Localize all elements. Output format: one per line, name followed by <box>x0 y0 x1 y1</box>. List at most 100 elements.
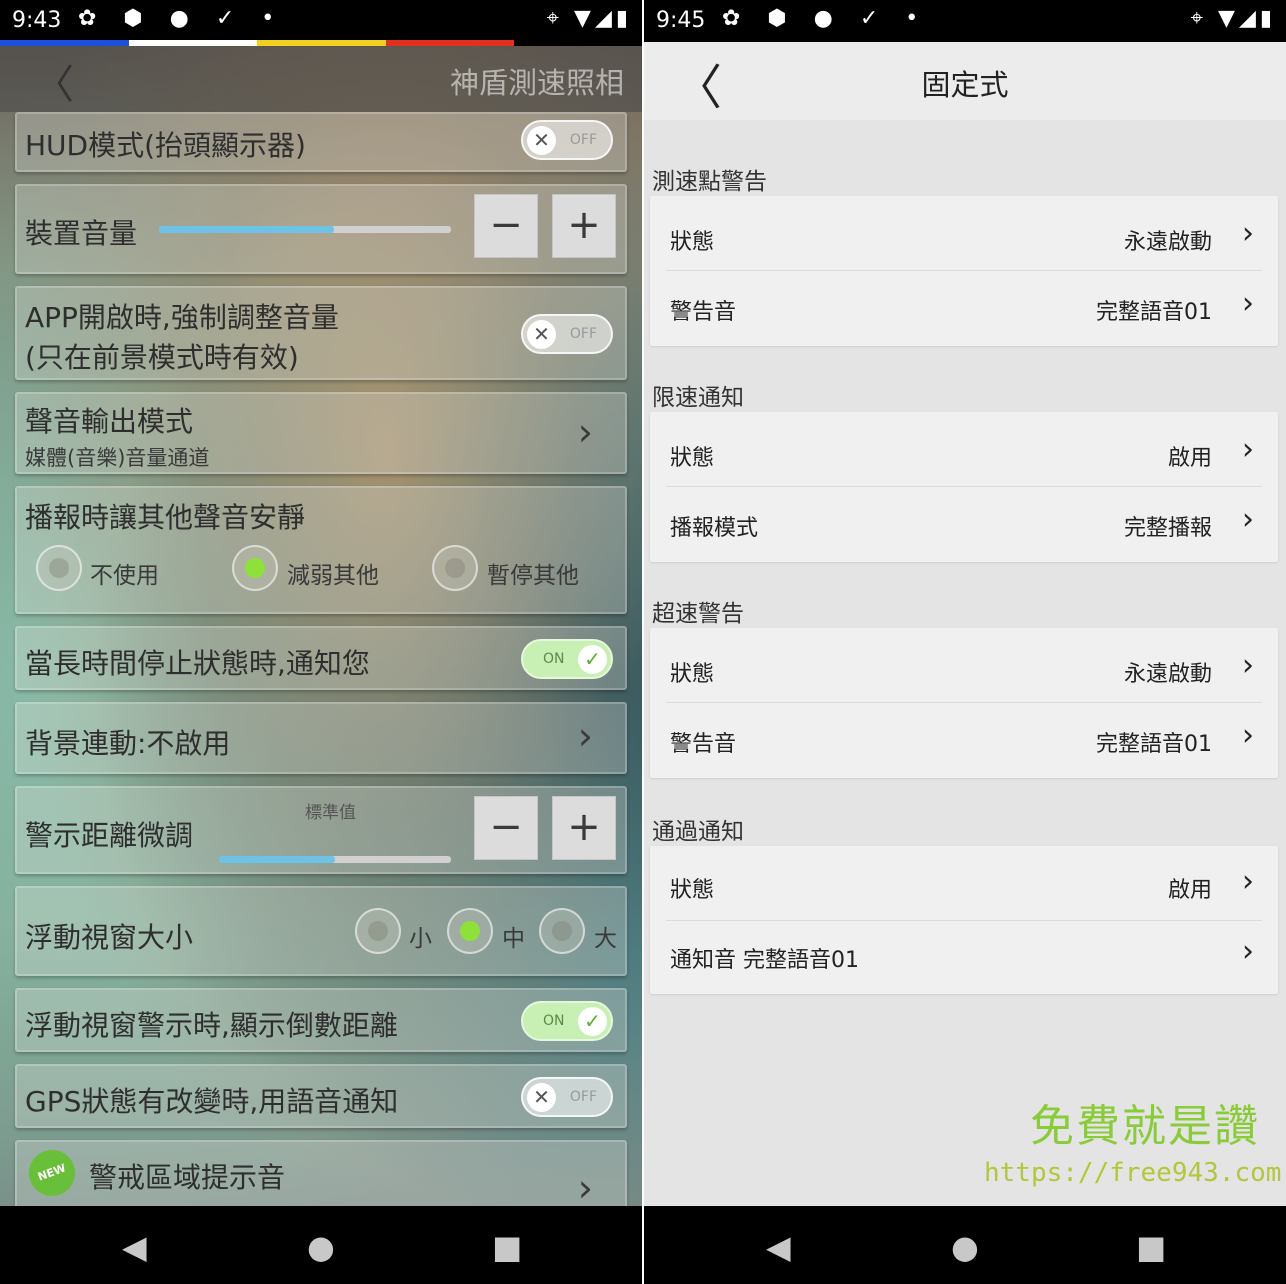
force-volume-label: APP開啟時,強制調整音量 <box>25 301 339 334</box>
speed-camera-warning-group: 狀態 永遠啟動 › 警告音 完整語音01 › <box>650 196 1278 346</box>
volume-increase-button[interactable]: + <box>552 194 616 258</box>
chevron-right-icon: › <box>577 410 593 454</box>
nav-back-icon[interactable]: ◀ <box>122 1228 147 1266</box>
watermark-title: 免費就是讚 <box>1030 1101 1260 1152</box>
status-notification-icons: ✿ ⬢ ● ✓ • <box>722 6 929 31</box>
settings-row[interactable]: 狀態 啟用 › <box>650 850 1278 920</box>
toggle-state-text: ON <box>543 1013 565 1029</box>
status-notification-icons: ✿ ⬢ ● ✓ • <box>78 6 285 31</box>
status-bar: 9:43 ✿ ⬢ ● ✓ • ⌖ ▼◢▮ <box>0 0 642 42</box>
chevron-right-icon: › <box>1242 216 1254 251</box>
nav-back-icon[interactable]: ◀ <box>766 1228 791 1266</box>
row-label: 狀態 <box>670 446 715 471</box>
toggle-state-text: ON <box>543 651 565 667</box>
gps-change-notify-toggle[interactable]: ✕ OFF <box>521 1077 613 1117</box>
nav-recents-icon[interactable]: ■ <box>492 1228 522 1266</box>
radio-disable[interactable] <box>36 545 82 591</box>
force-volume-row[interactable]: APP開啟時,強制調整音量 (只在前景模式時有效) ✕ OFF <box>15 286 627 380</box>
row-value: 啟用 <box>1167 878 1212 903</box>
radio-size-large[interactable] <box>539 908 585 954</box>
new-badge-icon: NEW <box>22 1143 82 1203</box>
long-stop-notify-toggle[interactable]: ON ✓ <box>521 639 613 679</box>
row-value: 永遠啟動 <box>1123 662 1212 687</box>
chevron-right-icon: › <box>1242 718 1254 753</box>
speed-limit-notice-group: 狀態 啟用 › 播報模式 完整播報 › <box>650 412 1278 562</box>
float-countdown-label: 浮動視窗警示時,顯示倒數距離 <box>25 1009 398 1042</box>
section-title-pass-notice: 通過通知 <box>652 819 744 845</box>
row-value: 完整播報 <box>1123 516 1212 541</box>
gps-change-notify-label: GPS狀態有改變時,用語音通知 <box>25 1085 399 1118</box>
page-title: 神盾測速照相 <box>449 66 624 100</box>
section-title-speed-camera-warning: 測速點警告 <box>652 169 767 195</box>
radio-reduce-others-label: 減弱其他 <box>287 563 379 589</box>
float-window-size-label: 浮動視窗大小 <box>25 921 194 954</box>
settings-row[interactable]: 狀態 永遠啟動 › <box>650 202 1278 272</box>
row-label: 狀態 <box>670 878 715 903</box>
overspeed-warning-group: 狀態 永遠啟動 › 警告音 完整語音01 › <box>650 628 1278 778</box>
volume-slider[interactable] <box>159 226 451 233</box>
app-header: 〈 神盾測速照相 <box>0 46 642 112</box>
section-title-overspeed-warning: 超速警告 <box>652 601 744 627</box>
sound-output-mode-row[interactable]: 聲音輸出模式 媒體(音樂)音量通道 › <box>15 392 627 474</box>
force-volume-sublabel: (只在前景模式時有效) <box>25 341 299 374</box>
radio-size-small-label: 小 <box>409 926 432 952</box>
toggle-state-text: OFF <box>569 132 597 148</box>
distance-slider[interactable] <box>219 856 451 863</box>
hud-mode-toggle[interactable]: ✕ OFF <box>521 120 613 160</box>
row-label: 通知音 完整語音01 <box>670 948 859 973</box>
background-link-label: 背景連動:不啟用 <box>25 727 231 760</box>
nav-home-icon[interactable]: ● <box>951 1228 979 1266</box>
divider <box>666 270 1262 271</box>
chevron-right-icon: › <box>577 714 593 758</box>
volume-slider-fill <box>159 226 335 233</box>
float-countdown-row[interactable]: 浮動視窗警示時,顯示倒數距離 ON ✓ <box>15 988 627 1052</box>
settings-row[interactable]: 通知音 完整語音01 › <box>650 920 1278 990</box>
status-time: 9:45 <box>656 8 706 33</box>
radio-size-medium[interactable] <box>447 908 493 954</box>
long-stop-notify-label: 當長時間停止狀態時,通知您 <box>25 647 370 680</box>
radio-pause-others-label: 暫停其他 <box>487 563 579 589</box>
close-icon: ✕ <box>527 320 556 349</box>
radio-disable-label: 不使用 <box>90 563 159 589</box>
status-system-icons: ⌖ ▼◢▮ <box>1190 6 1276 31</box>
sound-output-mode-value: 媒體(音樂)音量通道 <box>25 446 210 470</box>
section-title-speed-limit-notice: 限速通知 <box>652 385 744 411</box>
distance-decrease-button[interactable]: − <box>474 796 538 860</box>
row-label: 狀態 <box>670 662 715 687</box>
status-time: 9:43 <box>12 8 62 33</box>
settings-row[interactable]: 警告音 完整語音01 › <box>650 272 1278 342</box>
radio-reduce-others[interactable] <box>232 545 278 591</box>
hud-mode-row[interactable]: HUD模式(抬頭顯示器) ✕ OFF <box>15 112 627 172</box>
row-label: 狀態 <box>670 230 715 255</box>
check-icon: ✓ <box>578 645 607 674</box>
row-label: 警告音 <box>670 300 737 325</box>
right-screenshot: 9:45 ✿ ⬢ ● ✓ • ⌖ ▼◢▮ 〈 固定式 測速點警告 狀態 永遠啟動… <box>644 0 1286 1284</box>
alert-zone-sound-label: 警戒區域提示音 <box>89 1161 286 1194</box>
nav-home-icon[interactable]: ● <box>307 1228 335 1266</box>
radio-size-small[interactable] <box>355 908 401 954</box>
distance-increase-button[interactable]: + <box>552 796 616 860</box>
row-value: 啟用 <box>1167 446 1212 471</box>
settings-row[interactable]: 狀態 永遠啟動 › <box>650 634 1278 704</box>
background-link-row[interactable]: 背景連動:不啟用 › <box>15 702 627 774</box>
settings-row[interactable]: 狀態 啟用 › <box>650 418 1278 488</box>
watermark-url: https://free943.com <box>984 1158 1282 1188</box>
app-header: 〈 固定式 <box>644 42 1286 120</box>
volume-decrease-button[interactable]: − <box>474 194 538 258</box>
gps-change-notify-row[interactable]: GPS狀態有改變時,用語音通知 ✕ OFF <box>15 1064 627 1128</box>
quiet-others-label: 播報時讓其他聲音安靜 <box>25 501 306 534</box>
nav-recents-icon[interactable]: ■ <box>1136 1228 1166 1266</box>
divider <box>666 486 1262 487</box>
chevron-right-icon: › <box>1242 502 1254 537</box>
force-volume-toggle[interactable]: ✕ OFF <box>521 314 613 354</box>
check-icon: ✓ <box>578 1007 607 1036</box>
float-countdown-toggle[interactable]: ON ✓ <box>521 1001 613 1041</box>
row-label: 警告音 <box>670 732 737 757</box>
radio-pause-others[interactable] <box>432 545 478 591</box>
long-stop-notify-row[interactable]: 當長時間停止狀態時,通知您 ON ✓ <box>15 626 627 690</box>
warning-distance-row: 警示距離微調 標準值 − + <box>15 786 627 874</box>
status-bar: 9:45 ✿ ⬢ ● ✓ • ⌖ ▼◢▮ <box>644 0 1286 42</box>
back-icon[interactable]: 〈 <box>34 52 74 110</box>
settings-row[interactable]: 警告音 完整語音01 › <box>650 704 1278 774</box>
settings-row[interactable]: 播報模式 完整播報 › <box>650 488 1278 558</box>
